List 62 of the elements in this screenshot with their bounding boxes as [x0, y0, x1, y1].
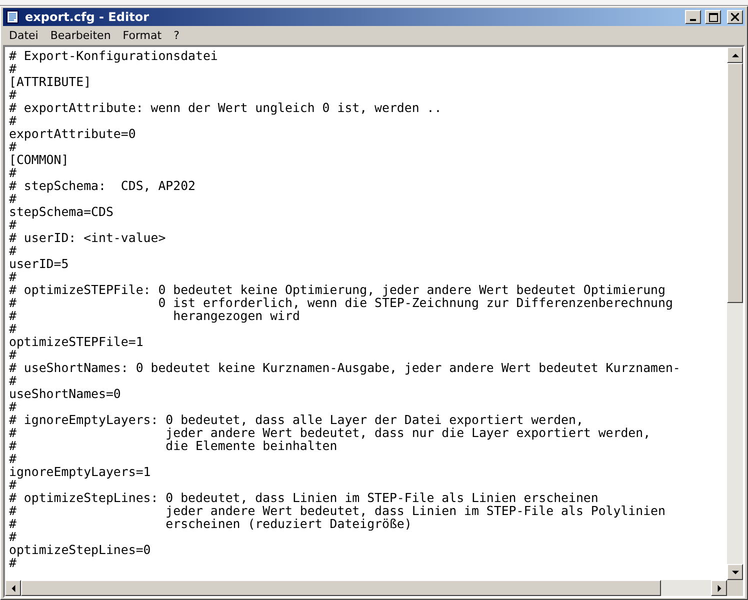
text-line: optimizeSTEPFile=1: [9, 335, 144, 348]
text-line: [COMMON]: [9, 153, 70, 166]
menu-item[interactable]: Format: [118, 29, 167, 42]
text-line: # 0 ist erforderlich, wenn die STEP-Zeichnung zur Differenzenberechnung: [9, 296, 674, 309]
text-line: # userID: <int-value>: [9, 231, 167, 244]
text-line: optimizeStepLines=0: [9, 543, 152, 556]
up-arrow-icon: [732, 52, 738, 58]
text-line: #: [9, 478, 16, 491]
text-line: #: [9, 140, 16, 153]
text-line: #: [9, 348, 16, 361]
text-line: exportAttribute=0: [9, 127, 137, 140]
maximize-icon: [708, 12, 718, 22]
text-line: # useShortNames: 0 bedeutet keine Kurznamen-Ausgabe, jeder andere Wert bedeutet Kurznamen-: [9, 361, 682, 374]
right-arrow-icon: [716, 584, 722, 592]
minimize-button[interactable]: [685, 10, 701, 24]
scroll-up-button[interactable]: [727, 47, 743, 63]
notepad-icon: [5, 10, 21, 24]
close-icon: [731, 13, 739, 21]
left-arrow-icon: [10, 584, 16, 592]
text-line: #: [9, 374, 18, 387]
text-line: userID=5: [9, 257, 70, 270]
text-line: # ignoreEmptyLayers: 0 bedeutet, dass alle Layer der Datei exportiert werden,: [9, 413, 584, 426]
vertical-scrollbar[interactable]: [727, 47, 743, 580]
text-line: #: [9, 452, 18, 465]
text-line: #: [9, 530, 18, 543]
maximize-button[interactable]: [705, 10, 721, 24]
text-line: #: [9, 322, 18, 335]
text-line: useShortNames=0: [9, 387, 122, 400]
resize-grip[interactable]: [727, 580, 743, 596]
window-title: export.cfg - Editor: [25, 10, 150, 24]
text-line: # jeder andere Wert bedeutet, dass Linien im STEP-File als Polylinien: [9, 504, 666, 517]
menu-item[interactable]: ?: [168, 29, 184, 42]
text-line: stepSchema=CDS: [9, 205, 114, 218]
scroll-left-button[interactable]: [5, 580, 21, 596]
text-line: [ATTRIBUTE]: [9, 75, 92, 88]
close-button[interactable]: [727, 10, 743, 24]
text-line: # jeder andere Wert bedeutet, dass nur die Layer exportiert werden,: [9, 426, 652, 439]
text-line: #: [9, 556, 16, 569]
text-line: #: [9, 62, 18, 75]
text-line: #: [9, 244, 18, 257]
text-line: # die Elemente beinhalten: [9, 439, 338, 452]
menu-item[interactable]: Bearbeiten: [45, 29, 116, 42]
scroll-down-button[interactable]: [727, 564, 743, 580]
text-line: #: [9, 192, 18, 205]
scroll-right-button[interactable]: [711, 580, 727, 596]
text-line: ignoreEmptyLayers=1: [9, 465, 152, 478]
text-line: #: [9, 114, 18, 127]
down-arrow-icon: [732, 568, 738, 576]
text-line: # optimizeSTEPFile: 0 bedeutet keine Optimierung, jeder andere Wert bedeutet Optimierung: [9, 283, 666, 296]
text-line: #: [9, 166, 16, 179]
text-line: # exportAttribute: wenn der Wert ungleich 0 ist, werden ..: [9, 101, 443, 114]
text-line: #: [9, 270, 18, 283]
text-line: # stepSchema: CDS, AP202: [9, 179, 196, 192]
scroll-thumb[interactable]: [727, 63, 743, 303]
text-line: #: [9, 400, 18, 413]
text-line: # Export-Konfigurationsdatei: [9, 49, 219, 62]
text-line: #: [9, 88, 16, 101]
menu-item[interactable]: Datei: [4, 29, 44, 42]
text-line: #: [9, 218, 16, 231]
text-line: # optimizeStepLines: 0 bedeutet, dass Linien im STEP-File als Linien erscheinen: [9, 491, 600, 504]
text-line: # herangezogen wird: [9, 309, 301, 322]
text-line: # erscheinen (reduziert Dateigröße): [9, 517, 413, 530]
